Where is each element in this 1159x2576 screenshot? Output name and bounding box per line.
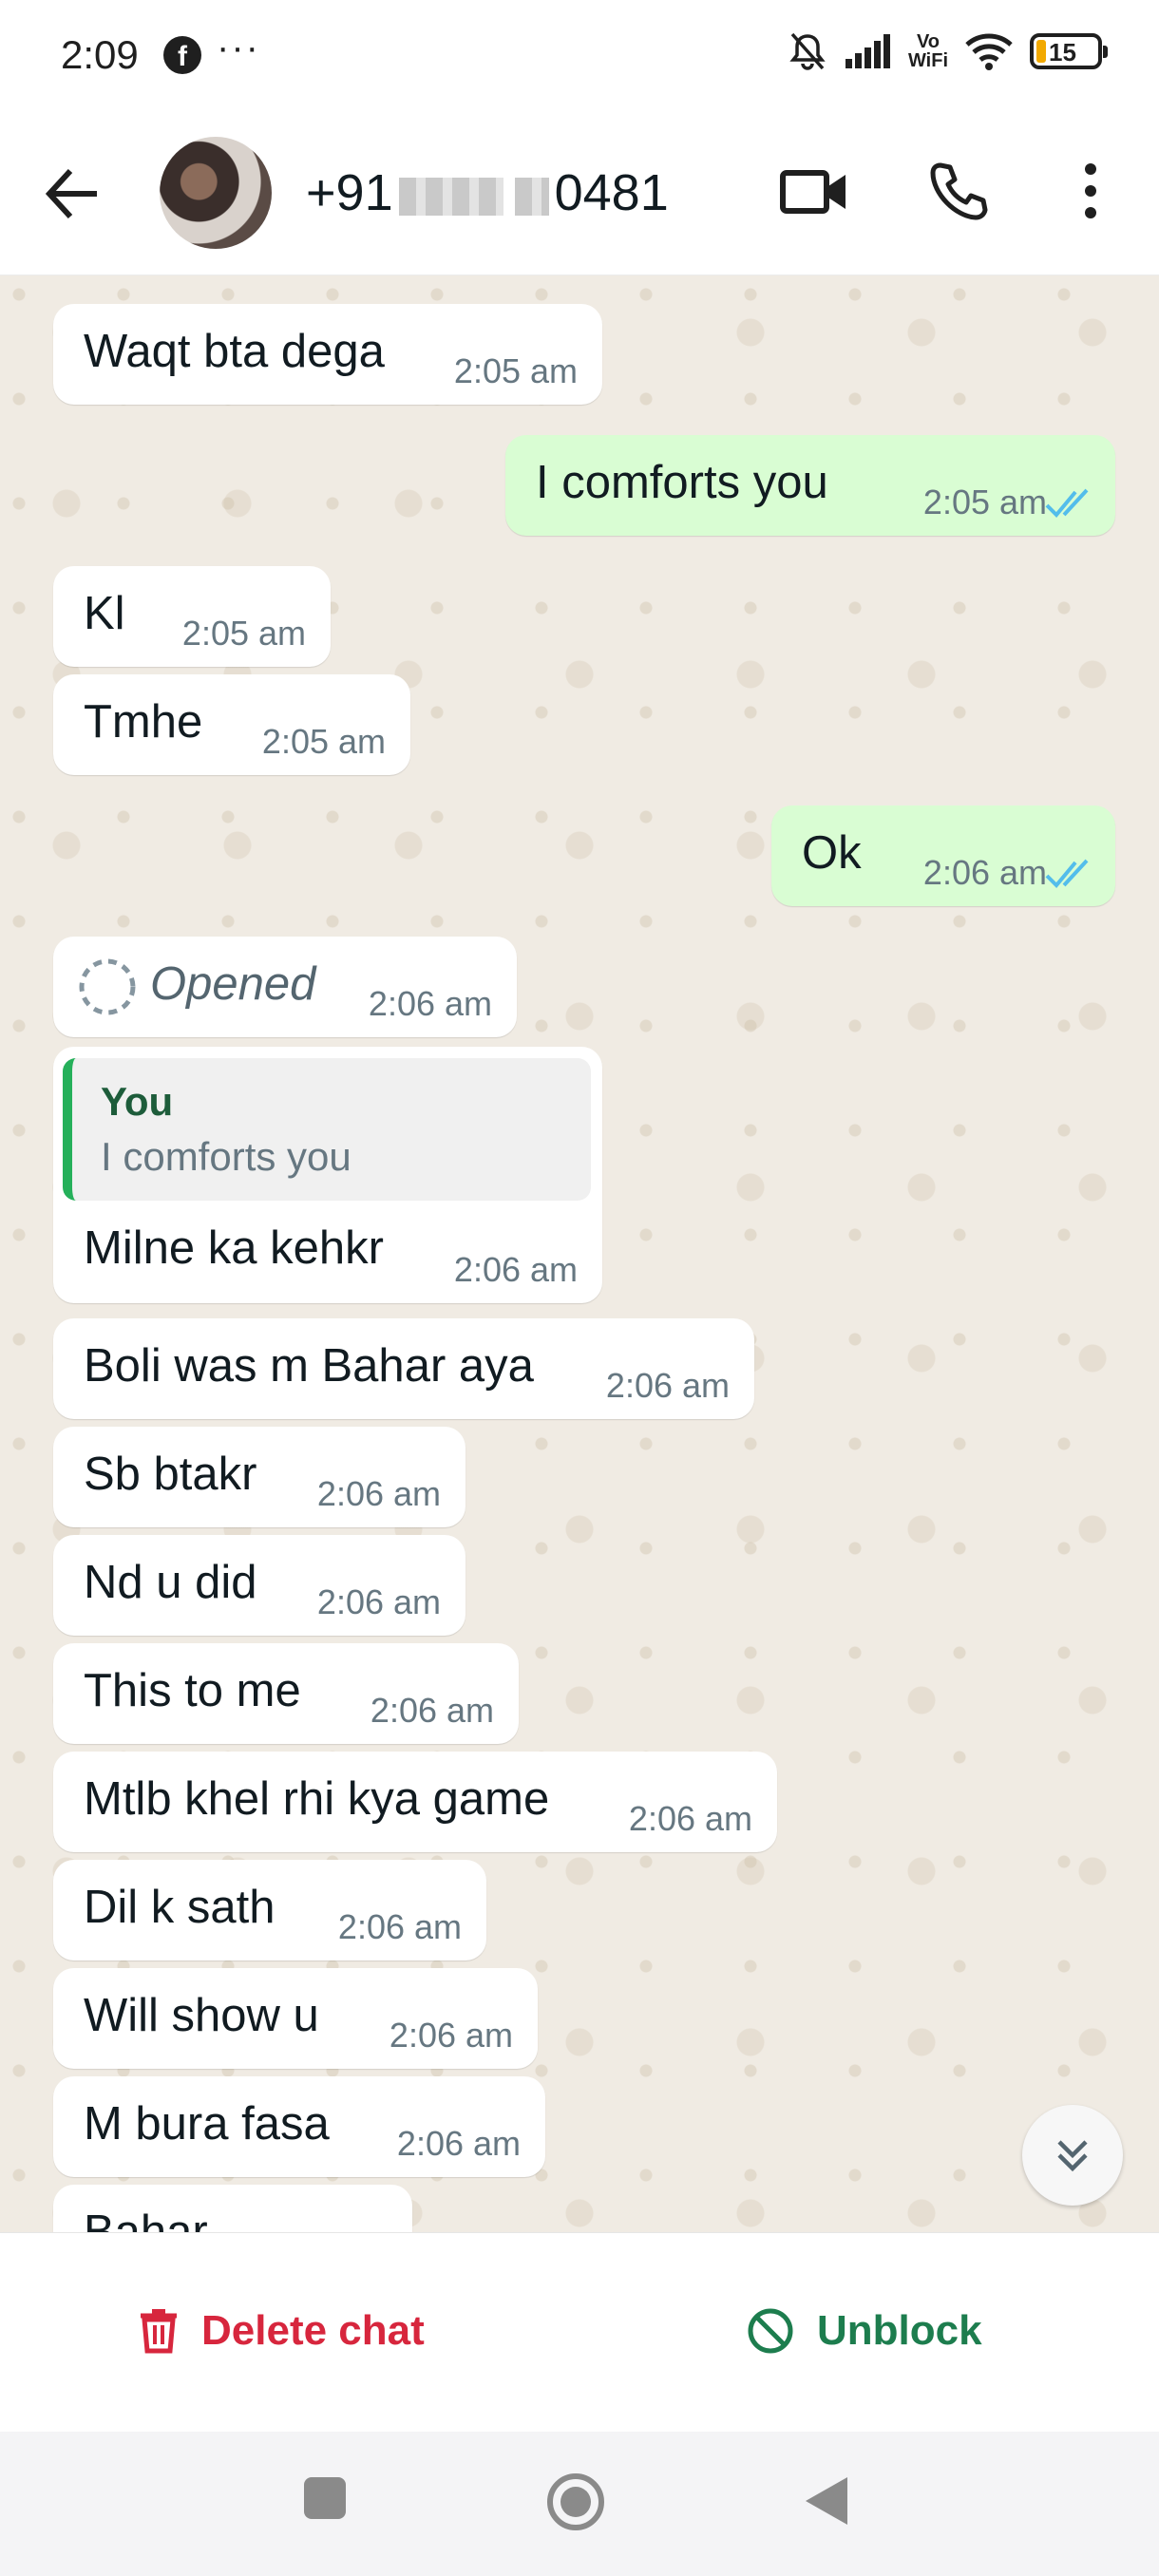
scroll-to-bottom-button[interactable] <box>1022 2105 1123 2206</box>
voice-call-icon[interactable] <box>927 160 990 222</box>
incoming-message[interactable]: M bura fasa 2:06 am <box>53 2076 545 2177</box>
quote-text: I comforts you <box>101 1134 352 1179</box>
incoming-message[interactable]: Sb btakr 2:06 am <box>53 1427 466 1527</box>
battery-level: 15 <box>1049 38 1076 66</box>
incoming-message[interactable]: This to me 2:06 am <box>53 1643 519 1744</box>
home-button-icon[interactable] <box>545 2472 606 2532</box>
message-time: 2:05 am <box>261 722 386 761</box>
outgoing-message[interactable]: I comforts you 2:05 am <box>505 435 1115 536</box>
read-ticks-icon <box>1045 859 1089 888</box>
blocked-actions-bar: Delete chat Unblock <box>0 2232 1159 2432</box>
message-time: 2:06 am <box>337 1907 462 1946</box>
status-time: 2:09 <box>61 32 139 77</box>
message-time: 2:05 am <box>922 483 1047 521</box>
message-text: Waqt bta dega <box>84 326 385 377</box>
battery-icon: 15 <box>1030 33 1108 69</box>
message-text: Ok <box>802 827 862 879</box>
message-text: Sb btakr <box>84 1449 257 1500</box>
message-text: I comforts you <box>536 457 828 508</box>
message-text: Bahar <box>84 2207 208 2232</box>
delete-chat-label: Delete chat <box>201 2307 425 2354</box>
contact-name[interactable]: +91 0481 <box>306 163 669 222</box>
outgoing-message[interactable]: Ok 2:06 am <box>771 805 1115 906</box>
quote-author: You <box>101 1079 174 1124</box>
message-time: 2:06 am <box>922 853 1047 892</box>
message-text: Boli was m Bahar aya <box>84 1340 534 1392</box>
message-time: 2:06 am <box>389 2016 513 2055</box>
silent-bell-icon <box>789 32 826 70</box>
back-arrow-icon[interactable] <box>42 163 103 224</box>
incoming-message[interactable]: Dil k sath 2:06 am <box>53 1860 486 1960</box>
signal-icon <box>845 34 890 68</box>
chat-area[interactable]: Waqt bta dega 2:05 am I comforts you 2:0… <box>0 275 1159 2232</box>
message-time: 2:05 am <box>181 614 306 653</box>
read-ticks-icon <box>1045 488 1089 518</box>
video-call-icon[interactable] <box>779 163 849 220</box>
quoted-message[interactable]: You I comforts you <box>63 1058 591 1201</box>
message-text: Opened <box>150 958 316 1010</box>
message-time: 2:06 am <box>316 1474 441 1513</box>
redacted-number <box>514 177 549 216</box>
contact-avatar[interactable] <box>160 137 272 249</box>
recents-button-icon[interactable] <box>302 2475 348 2521</box>
facebook-notification-icon: f <box>163 36 201 74</box>
message-text: This to me <box>84 1665 301 1716</box>
message-text: Milne ka kehkr <box>84 1222 384 1274</box>
incoming-message[interactable]: Boli was m Bahar aya 2:06 am <box>53 1318 754 1419</box>
incoming-message[interactable]: Nd u did 2:06 am <box>53 1535 466 1636</box>
redacted-number <box>398 177 504 216</box>
unblock-button[interactable]: Unblock <box>747 2307 982 2355</box>
chat-header: +91 0481 <box>0 114 1159 275</box>
block-icon <box>748 2308 793 2354</box>
message-time: 2:06 am <box>368 984 492 1023</box>
vowifi-icon: Vo WiFi <box>907 31 948 71</box>
incoming-message[interactable]: Will show u 2:06 am <box>53 1968 538 2069</box>
view-once-message[interactable]: Opened 2:06 am <box>53 937 517 1037</box>
message-text: Tmhe <box>84 696 203 748</box>
message-text: Mtlb khel rhi kya game <box>84 1773 550 1825</box>
incoming-message[interactable]: Mtlb khel rhi kya game 2:06 am <box>53 1752 777 1852</box>
view-once-opened-icon <box>79 958 136 1015</box>
reply-message[interactable]: You I comforts you Milne ka kehkr 2:06 a… <box>53 1047 602 1303</box>
message-time: 2:06 am <box>370 1691 494 1730</box>
message-time: 2:06 am <box>453 1250 578 1289</box>
message-text: Nd u did <box>84 1557 257 1608</box>
message-time: 2:06 am <box>628 1799 752 1838</box>
incoming-message[interactable]: Kl 2:05 am <box>53 566 331 667</box>
more-notifications-icon: ··· <box>217 27 260 68</box>
double-chevron-down-icon <box>1057 2140 1088 2172</box>
message-time: 2:06 am <box>396 2124 521 2163</box>
message-time: 2:06 am <box>605 1366 730 1405</box>
message-time: 2:05 am <box>453 351 578 390</box>
message-text: Will show u <box>84 1990 319 2041</box>
incoming-message[interactable]: Waqt bta dega 2:05 am <box>53 304 602 405</box>
status-icons: Vo WiFi 15 <box>787 30 1108 72</box>
trash-icon <box>141 2309 177 2354</box>
status-bar: 2:09 f ··· Vo WiFi 15 <box>0 0 1159 114</box>
message-text: M bura fasa <box>84 2098 330 2150</box>
system-nav-bar <box>0 2432 1159 2576</box>
more-options-icon[interactable] <box>1072 160 1110 222</box>
incoming-message[interactable]: Bahar <box>53 2185 412 2232</box>
incoming-message[interactable]: Tmhe 2:05 am <box>53 674 410 775</box>
back-button-icon[interactable] <box>804 2475 849 2527</box>
delete-chat-button[interactable]: Delete chat <box>139 2307 425 2355</box>
message-time: 2:06 am <box>316 1582 441 1621</box>
wifi-icon <box>965 33 1013 70</box>
message-text: Dil k sath <box>84 1882 276 1933</box>
message-text: Kl <box>84 588 125 639</box>
unblock-label: Unblock <box>817 2307 982 2354</box>
